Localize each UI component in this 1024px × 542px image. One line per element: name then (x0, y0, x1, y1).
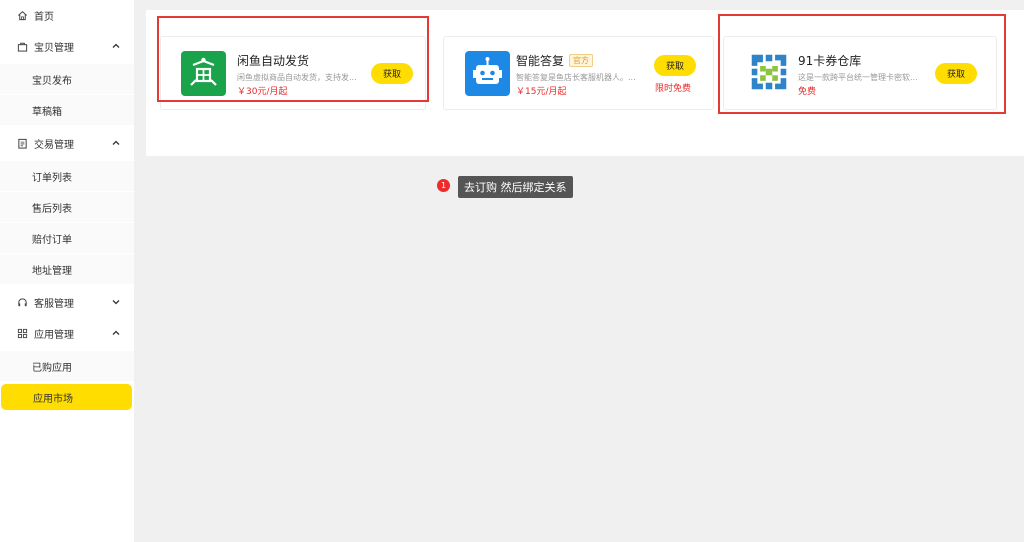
sidebar-group-app-mgmt[interactable]: 应用管理 (0, 318, 134, 348)
bag-icon (16, 40, 28, 52)
chevron-up-icon (112, 43, 120, 48)
get-button[interactable]: 获取 (654, 55, 696, 76)
sidebar-item-item-publish[interactable]: 宝贝发布 (0, 64, 134, 94)
home-icon (16, 9, 28, 21)
sidebar: 首页 宝贝管理 宝贝发布 草稿箱 交易管理 订单列表 售后列表 赔付订单 地址管… (0, 0, 134, 542)
chevron-down-icon (112, 300, 120, 305)
sidebar-item-label: 已购应用 (32, 362, 72, 374)
app-card-smart-reply[interactable]: 智能答复 官方 智能答复是鱼店长客服机器人。... ￥15元/月起 获取 限时免费 (443, 36, 714, 110)
official-badge: 官方 (569, 54, 594, 67)
sidebar-item-order-list[interactable]: 订单列表 (0, 161, 134, 191)
sidebar-group-label: 客服管理 (34, 298, 74, 310)
sidebar-item-label: 应用市场 (33, 393, 73, 405)
app-price: ￥15元/月起 (516, 87, 567, 97)
sidebar-item-purchased-apps[interactable]: 已购应用 (0, 351, 134, 381)
sidebar-item-label: 草稿箱 (32, 106, 62, 118)
sidebar-item-drafts[interactable]: 草稿箱 (0, 95, 134, 125)
step-badge: 1 (437, 179, 450, 192)
sidebar-item-label: 地址管理 (32, 265, 72, 277)
sidebar-item-label: 首页 (34, 11, 54, 23)
sidebar-item-address-mgmt[interactable]: 地址管理 (0, 254, 134, 284)
headset-icon (16, 296, 28, 308)
sidebar-item-label: 赔付订单 (32, 234, 72, 246)
app-desc: 智能答复是鱼店长客服机器人。... (516, 73, 636, 82)
chevron-up-icon (112, 330, 120, 335)
apps-icon (16, 327, 28, 339)
annotation-tooltip: 去订购 然后绑定关系 (458, 176, 573, 198)
sidebar-item-aftersale-list[interactable]: 售后列表 (0, 192, 134, 222)
chevron-up-icon (112, 140, 120, 145)
app-name-row: 智能答复 官方 (516, 52, 594, 69)
highlight-box (157, 16, 429, 102)
sidebar-item-label: 宝贝发布 (32, 75, 72, 87)
sidebar-item-compensation-orders[interactable]: 赔付订单 (0, 223, 134, 253)
sidebar-group-label: 宝贝管理 (34, 42, 74, 54)
document-icon (16, 137, 28, 149)
sidebar-item-home[interactable]: 首页 (0, 0, 134, 30)
limited-free-label: 限时免费 (655, 84, 692, 94)
robot-icon (465, 51, 510, 96)
sidebar-group-service-mgmt[interactable]: 客服管理 (0, 287, 134, 317)
sidebar-group-trade-mgmt[interactable]: 交易管理 (0, 128, 134, 158)
sidebar-group-label: 交易管理 (34, 139, 74, 151)
app-name: 智能答复 (516, 54, 565, 68)
sidebar-item-label: 订单列表 (32, 172, 72, 184)
sidebar-group-label: 应用管理 (34, 329, 74, 341)
highlight-box (718, 14, 1006, 114)
sidebar-item-app-market[interactable]: 应用市场 (1, 384, 132, 410)
sidebar-item-label: 售后列表 (32, 203, 72, 215)
sidebar-group-item-mgmt[interactable]: 宝贝管理 (0, 31, 134, 61)
